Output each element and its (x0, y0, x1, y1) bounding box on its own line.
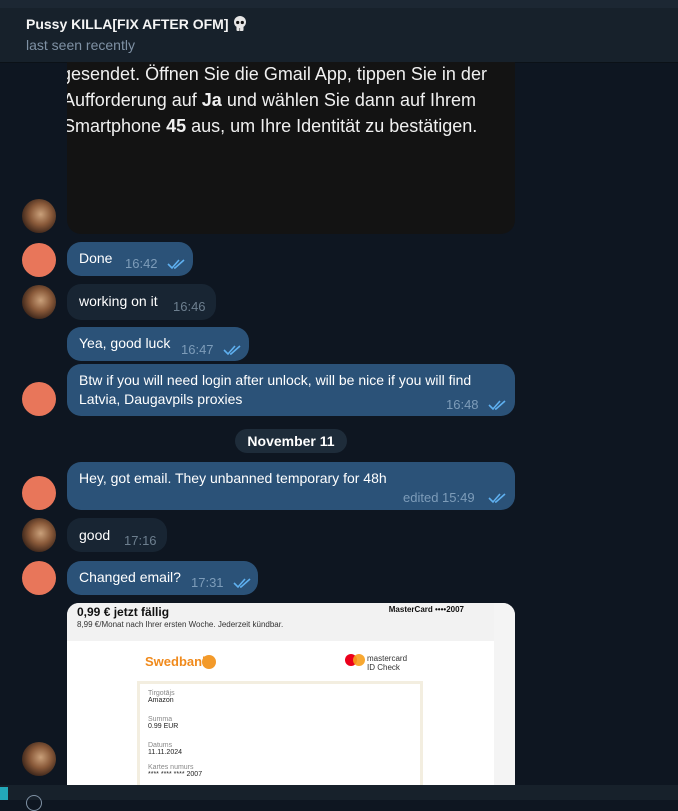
image-text-segment: Aufforderung auf (67, 90, 202, 110)
field-label: Datums (148, 742, 173, 749)
double-check-icon (488, 493, 506, 504)
payment-subline: 8,99 €/Monat nach Ihrer ersten Woche. Je… (77, 620, 284, 629)
message-incoming[interactable]: good 17:16 (67, 518, 167, 552)
double-check-icon (167, 259, 185, 270)
avatar-me[interactable] (22, 243, 56, 277)
field-label: Kartes numurs (148, 764, 194, 771)
message-text: Btw if you will need login after unlock,… (79, 372, 472, 388)
payment-details-panel: Tirgotājs Amazon Summa 0.99 EUR Datums 11.1… (137, 681, 423, 785)
field-label: Summa (148, 716, 173, 723)
swedbank-logo: Swedbank (145, 654, 210, 669)
field-merchant: Tirgotājs Amazon (148, 690, 175, 704)
message-outgoing[interactable]: Hey, got email. They unbanned temporary … (67, 462, 515, 510)
payment-header: 0,99 € jetzt fällig 8,99 €/Monat nach Ih… (67, 603, 494, 641)
avatar-me[interactable] (22, 561, 56, 595)
double-check-icon (233, 578, 251, 589)
composer-bar[interactable] (0, 785, 678, 800)
image-text-segment: und wählen Sie dann auf Ihrem (221, 90, 476, 110)
field-value: Amazon (148, 697, 174, 704)
screenshot-scrollbar (494, 603, 515, 785)
message-outgoing[interactable]: Yea, good luck 16:47 (67, 327, 249, 361)
image-text-line-1: gesendet. Öffnen Sie die Gmail App, tipp… (67, 64, 487, 84)
chat-title-text: Pussy KILLA[FIX AFTER OFM] (26, 16, 229, 32)
skull-icon (234, 16, 247, 31)
message-incoming[interactable]: working on it 16:46 (67, 284, 216, 320)
message-time: edited 15:49 (403, 490, 475, 505)
attach-icon[interactable] (26, 795, 42, 811)
message-text: Hey, got email. They unbanned temporary … (79, 470, 387, 486)
date-divider: November 11 (235, 429, 347, 453)
message-time: 17:16 (124, 533, 157, 548)
id-check-label: ID Check (367, 663, 400, 672)
avatar-contact[interactable] (22, 518, 56, 552)
double-check-icon (223, 345, 241, 356)
message-outgoing[interactable]: Btw if you will need login after unlock,… (67, 364, 515, 416)
avatar-contact[interactable] (22, 199, 56, 233)
message-text: good (79, 527, 111, 543)
message-text: Changed email? (79, 569, 181, 585)
image-text-segment: Smartphone (67, 116, 167, 136)
message-time: 17:31 (191, 575, 224, 590)
message-time: 16:48 (446, 397, 479, 412)
message-outgoing[interactable]: Done 16:42 (67, 242, 193, 276)
message-time: 16:46 (173, 299, 206, 314)
message-text-line-2: Latvia, Daugavpils proxies (79, 391, 243, 407)
image-message-top[interactable]: gesendet. Öffnen Sie die Gmail App, tipp… (67, 62, 515, 234)
chat-title[interactable]: Pussy KILLA[FIX AFTER OFM] (26, 16, 247, 32)
image-text-segment: aus, um Ihre Identität zu bestätigen. (186, 116, 478, 136)
swedbank-icon (202, 655, 216, 669)
field-label: Tirgotājs (148, 690, 175, 697)
message-text: Done (79, 250, 113, 266)
chat-header[interactable]: Pussy KILLA[FIX AFTER OFM] last seen rec… (0, 8, 678, 63)
payment-due: 0,99 € jetzt fällig (77, 605, 170, 619)
image-text-line-2: Aufforderung auf Ja und wählen Sie dann … (67, 90, 476, 111)
image-text-line-3: Smartphone 45 aus, um Ihre Identität zu … (67, 116, 477, 137)
payment-card: MasterCard ••••2007 (388, 605, 464, 614)
window-top-strip (0, 0, 678, 8)
double-check-icon (488, 400, 506, 411)
avatar-me[interactable] (22, 382, 56, 416)
field-date: Datums 11.11.2024 (148, 742, 182, 756)
message-outgoing[interactable]: Changed email? 17:31 (67, 561, 258, 595)
image-text-bold: Ja (201, 90, 222, 110)
accent-strip (0, 787, 8, 800)
mastercard-id-check: mastercard ID Check (367, 654, 407, 672)
message-text: working on it (79, 293, 158, 309)
field-value: 0.99 EUR (148, 723, 179, 730)
avatar-contact[interactable] (22, 742, 56, 776)
field-amount: Summa 0.99 EUR (148, 716, 178, 730)
chat-status: last seen recently (26, 37, 135, 53)
image-message-payment[interactable]: 0,99 € jetzt fällig 8,99 €/Monat nach Ih… (67, 603, 515, 785)
mastercard-label: mastercard (367, 654, 408, 663)
message-text: Yea, good luck (79, 335, 171, 351)
avatar-contact[interactable] (22, 285, 56, 319)
message-time: 16:42 (125, 256, 158, 271)
avatar-me[interactable] (22, 476, 56, 510)
field-value: **** **** **** 2007 (148, 771, 203, 778)
image-text-bold: 45 (166, 116, 187, 136)
field-value: 11.11.2024 (148, 749, 182, 756)
field-card-number: Kartes numurs **** **** **** 2007 (148, 764, 202, 778)
message-time: 16:47 (181, 342, 214, 357)
